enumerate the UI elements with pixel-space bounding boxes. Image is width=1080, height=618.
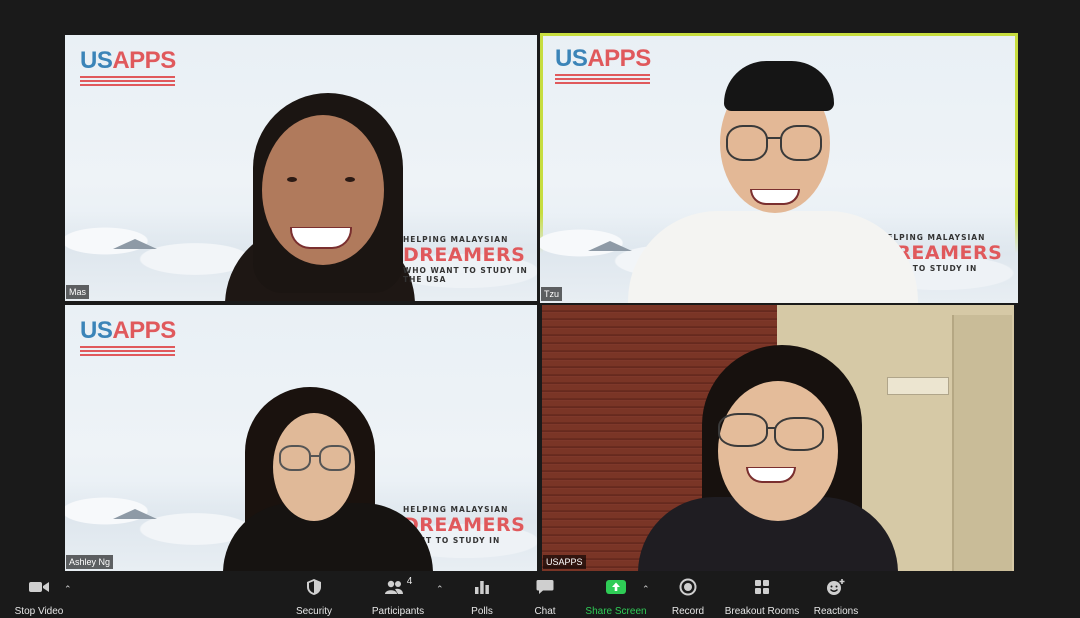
record-icon	[679, 574, 697, 600]
participants-icon: 4	[384, 574, 413, 600]
mountain-peak	[113, 239, 157, 249]
record-label: Record	[671, 606, 705, 617]
participants-button[interactable]: 4 Participants	[368, 574, 428, 618]
video-camera-icon	[28, 574, 50, 600]
participant-name: Tzu	[541, 287, 563, 301]
video-tile-tzu[interactable]: USAPPS HELPING MALAYSIAN DREAMERS WANT T…	[540, 33, 1018, 303]
record-button[interactable]: Record	[668, 574, 708, 618]
share-screen-icon	[605, 574, 627, 600]
reactions-button[interactable]: Reactions	[812, 574, 860, 618]
breakout-rooms-label: Breakout Rooms	[724, 606, 800, 617]
participants-count: 4	[406, 576, 413, 587]
video-tile-usapps[interactable]: USAPPS	[542, 305, 1014, 571]
door	[952, 315, 1012, 571]
stop-video-button[interactable]: Stop Video	[8, 574, 70, 618]
usapps-logo: USAPPS	[80, 319, 176, 358]
breakout-rooms-icon	[754, 574, 770, 600]
share-screen-label: Share Screen	[585, 606, 647, 617]
mountain-peak	[113, 509, 157, 519]
shield-icon	[306, 574, 322, 600]
video-options-chevron-icon[interactable]: ⌃	[64, 584, 72, 595]
breakout-rooms-button[interactable]: Breakout Rooms	[724, 574, 800, 618]
bar-chart-icon	[474, 574, 490, 600]
light-switch	[887, 377, 949, 395]
participants-options-chevron-icon[interactable]: ⌃	[436, 584, 444, 595]
share-screen-button[interactable]: Share Screen	[584, 574, 648, 618]
usapps-logo: USAPPS	[80, 49, 176, 88]
stop-video-label: Stop Video	[14, 606, 64, 617]
security-button[interactable]: Security	[286, 574, 342, 618]
chat-bubble-icon	[536, 574, 554, 600]
mountain-peak	[588, 241, 632, 251]
reactions-label: Reactions	[813, 606, 859, 617]
chat-label: Chat	[534, 606, 556, 617]
video-tile-ashley-ng[interactable]: USAPPS HELPING MALAYSIAN DREAMERS WANT T…	[65, 305, 537, 571]
share-options-chevron-icon[interactable]: ⌃	[642, 584, 650, 595]
polls-label: Polls	[471, 606, 493, 617]
meeting-toolbar: Stop Video ⌃ Security 4 Participants ⌃ P…	[0, 574, 1080, 618]
video-tile-mas[interactable]: USAPPS HELPING MALAYSIAN DREAMERS WHO WA…	[65, 35, 537, 301]
participant-name: Ashley Ng	[66, 555, 114, 569]
security-label: Security	[295, 606, 333, 617]
polls-button[interactable]: Polls	[464, 574, 500, 618]
participants-label: Participants	[371, 606, 425, 617]
participant-name: Mas	[66, 285, 90, 299]
usapps-logo: USAPPS	[555, 47, 651, 86]
chat-button[interactable]: Chat	[527, 574, 563, 618]
participant-name: USAPPS	[543, 555, 586, 569]
smiley-plus-icon	[826, 574, 846, 600]
meeting-window: USAPPS HELPING MALAYSIAN DREAMERS WHO WA…	[0, 0, 1080, 618]
slogan: HELPING MALAYSIAN DREAMERS WHO WANT TO S…	[403, 235, 528, 284]
